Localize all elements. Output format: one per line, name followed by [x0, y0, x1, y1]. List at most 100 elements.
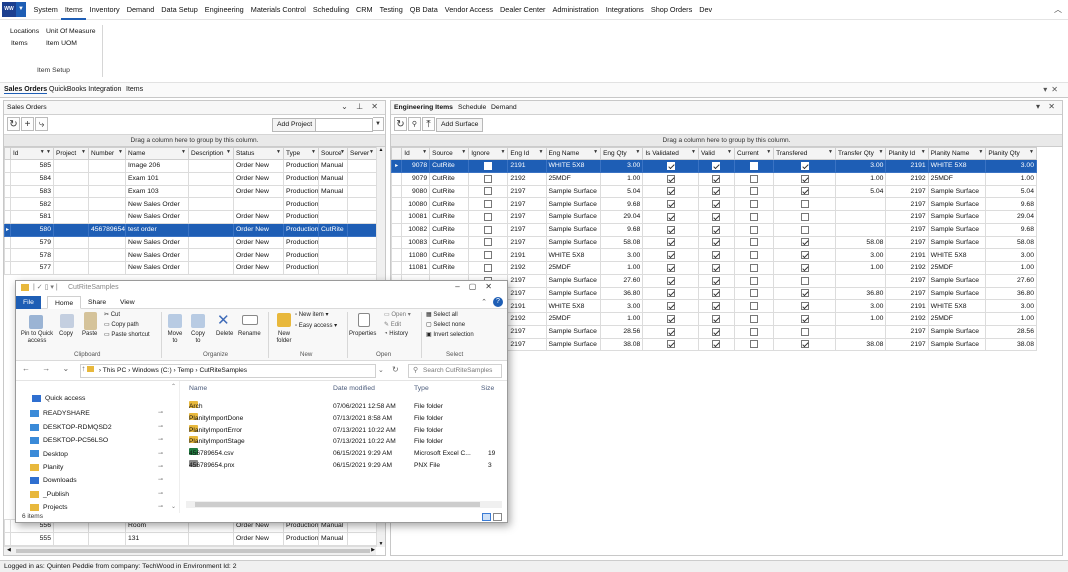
column-header[interactable]: Number ▼: [88, 147, 126, 160]
open-button[interactable]: ▭ Open ▾: [384, 311, 411, 318]
column-size[interactable]: Size: [481, 385, 494, 392]
cell-eng-qty[interactable]: 1.00: [600, 261, 644, 275]
cell-valid[interactable]: [697, 312, 736, 326]
cell-description[interactable]: [188, 184, 234, 199]
checkbox[interactable]: [800, 251, 809, 260]
table-row[interactable]: 581 New Sales Order Order New Production: [4, 210, 377, 224]
cell-source[interactable]: Manual: [318, 171, 348, 186]
table-row[interactable]: 579 New Sales Order Order New Production: [4, 235, 377, 250]
breadcrumb-this-pc[interactable]: This PC: [103, 367, 126, 374]
cell-planity-qty[interactable]: 1.00: [985, 312, 1037, 326]
cell-name[interactable]: Image 206: [125, 159, 189, 173]
checkbox[interactable]: [666, 238, 675, 247]
cell-transfered[interactable]: [773, 235, 836, 250]
cell-id[interactable]: 585: [10, 159, 54, 173]
cell-validated[interactable]: [642, 210, 699, 224]
window-controls[interactable]: –▢✕: [455, 282, 501, 291]
cell-planity-id[interactable]: 2197: [885, 324, 929, 339]
filter-icon[interactable]: ▼: [311, 149, 316, 155]
add-surface-button[interactable]: Add Surface: [436, 118, 484, 132]
cell-number[interactable]: [88, 248, 126, 262]
cell-eng-name[interactable]: 25MDF: [545, 312, 602, 326]
cell-planity-name[interactable]: Sample Surface: [927, 197, 987, 211]
cell-server[interactable]: [347, 210, 377, 224]
cell-validated[interactable]: [642, 248, 699, 262]
breadcrumb-temp[interactable]: Temp: [177, 367, 193, 374]
cell-description[interactable]: [188, 235, 234, 250]
file-row[interactable]: Arch 07/06/2021 12:58 AM File folder: [186, 401, 506, 413]
tab-engineering-items[interactable]: Engineering Items: [394, 104, 453, 111]
tab-close-icon[interactable]: ▾✕: [1043, 85, 1062, 94]
column-header[interactable]: Ignore ▼: [468, 147, 509, 160]
tab-demand[interactable]: Demand: [491, 104, 517, 111]
cell-planity-name[interactable]: WHITE 5X8: [927, 299, 987, 313]
cell-transfer-qty[interactable]: 1.00: [834, 171, 887, 186]
menu-items[interactable]: Items: [61, 0, 87, 20]
cell-ignore[interactable]: [468, 210, 509, 224]
checkbox[interactable]: [750, 302, 759, 311]
unit-of-measure-button[interactable]: Unit Of Measure: [46, 28, 95, 35]
menu-engineering[interactable]: Engineering: [201, 0, 247, 20]
cell-transfered[interactable]: [773, 273, 836, 288]
menu-qb-data[interactable]: QB Data: [406, 0, 441, 20]
menu-demand[interactable]: Demand: [123, 0, 158, 20]
checkbox[interactable]: [800, 340, 809, 349]
cell-valid[interactable]: [697, 299, 736, 313]
cell-ignore[interactable]: [468, 159, 509, 173]
cell-planity-name[interactable]: Sample Surface: [927, 324, 987, 339]
checkbox[interactable]: [712, 174, 721, 183]
cell-planity-id[interactable]: 2197: [885, 197, 929, 211]
filter-icon[interactable]: ▼: [539, 149, 544, 155]
cell-planity-id[interactable]: 2197: [885, 222, 929, 237]
chevron-up-icon[interactable]: ⌃: [171, 383, 176, 390]
filter-icon[interactable]: ▼ ▼: [40, 149, 51, 155]
cell-id[interactable]: 581: [10, 210, 54, 224]
checkbox[interactable]: [750, 174, 759, 183]
cell-status[interactable]: Order New: [233, 159, 284, 173]
explorer-search-input[interactable]: Search CutRiteSamples: [408, 364, 502, 378]
checkbox[interactable]: [800, 238, 809, 247]
cell-eng-qty[interactable]: 58.08: [600, 235, 644, 250]
cell-planity-qty[interactable]: 9.68: [985, 197, 1037, 211]
cell-transfered[interactable]: [773, 299, 836, 313]
upload-icon[interactable]: ⤒: [422, 117, 435, 131]
nav-item[interactable]: Planity: [30, 462, 63, 474]
cell-planity-qty[interactable]: 27.60: [985, 273, 1037, 288]
filter-icon[interactable]: ▼: [766, 149, 771, 155]
cell-current[interactable]: [733, 299, 775, 313]
cell-eng-id[interactable]: 2197: [507, 197, 547, 211]
cell-eng-id[interactable]: 2197: [507, 184, 547, 199]
pin-icon[interactable]: ⊸: [158, 409, 163, 416]
cell-source[interactable]: [318, 235, 348, 250]
tab-items[interactable]: Items: [126, 86, 143, 93]
add-project-button[interactable]: Add Project: [272, 118, 318, 132]
cell-server[interactable]: [347, 159, 377, 173]
cell-transfer-qty[interactable]: [834, 222, 887, 237]
cell-description[interactable]: [188, 261, 234, 275]
cell-project[interactable]: [53, 261, 89, 275]
checkbox[interactable]: [750, 225, 759, 234]
cell-number[interactable]: [88, 235, 126, 250]
cell-source[interactable]: CutRite: [429, 159, 470, 173]
link-icon[interactable]: ⤷: [35, 117, 48, 131]
column-header[interactable]: Eng Name ▼: [545, 147, 602, 160]
menu-data-setup[interactable]: Data Setup: [158, 0, 202, 20]
cell-eng-name[interactable]: Sample Surface: [545, 197, 602, 211]
table-row[interactable]: 578 New Sales Order Order New Production: [4, 248, 377, 262]
file-row[interactable]: PlanityImportDone 07/13/2021 8:58 AM File …: [186, 412, 506, 425]
cell-status[interactable]: Order New: [233, 171, 284, 186]
cell-id[interactable]: 10083: [401, 235, 431, 250]
file-row[interactable]: PlanityImportStage 07/13/2021 10:22 AM Fil…: [186, 436, 506, 448]
cell-source[interactable]: CutRite: [429, 235, 470, 250]
pin-icon[interactable]: ⊸: [158, 436, 163, 443]
cell-eng-name[interactable]: WHITE 5X8: [545, 248, 602, 262]
cell-project[interactable]: [53, 184, 89, 199]
cell-validated[interactable]: [642, 222, 699, 237]
cell-number[interactable]: [88, 261, 126, 275]
file-row[interactable]: PlanityImportError 07/13/2021 10:22 AM Fil…: [186, 424, 506, 437]
cell-ignore[interactable]: [468, 184, 509, 199]
checkbox[interactable]: [712, 263, 721, 272]
checkbox[interactable]: [712, 212, 721, 221]
checkbox[interactable]: [750, 200, 759, 209]
cell-number[interactable]: [88, 184, 126, 199]
